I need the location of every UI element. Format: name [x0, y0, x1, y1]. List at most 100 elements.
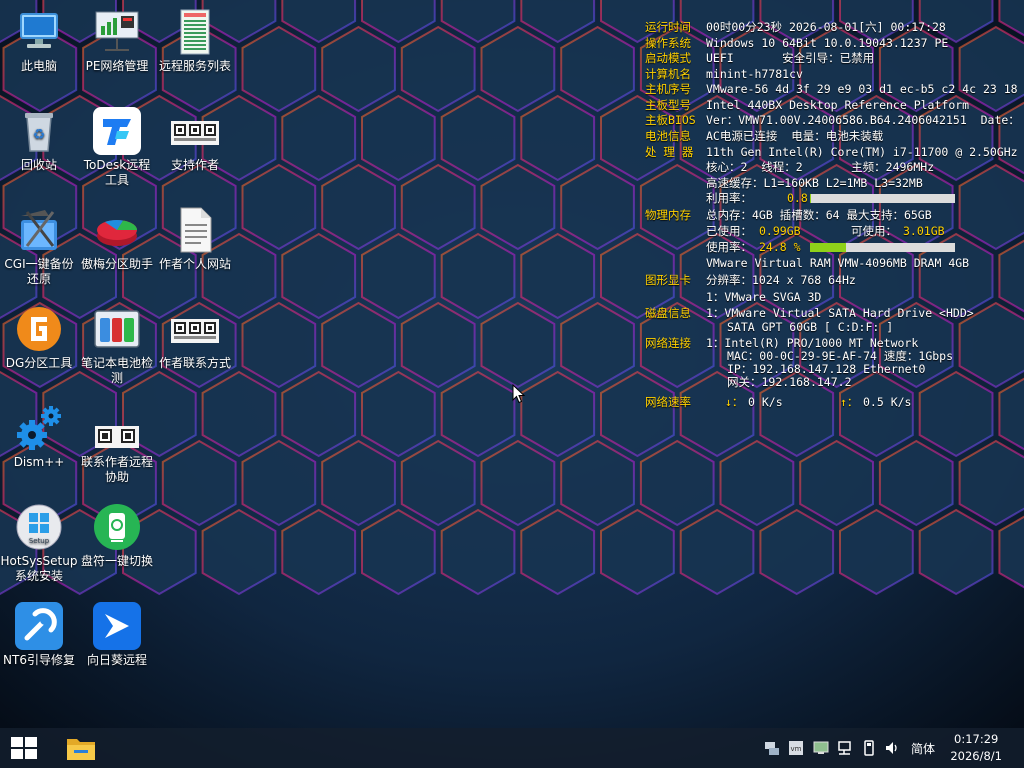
- cpu-usage-bar-fill: [810, 194, 812, 203]
- recycle-bin-icon: ♻: [25, 113, 53, 152]
- clock-time: 0:17:29: [954, 732, 999, 746]
- desktop-icon-this-pc[interactable]: 此电脑: [0, 8, 78, 74]
- desktop-icon-label: NT6引导修复: [3, 653, 75, 667]
- desktop-icon-dg-partition[interactable]: DG分区工具: [0, 305, 78, 371]
- desktop-icon-pe-network[interactable]: PE网络管理: [78, 8, 156, 74]
- network-label: 网络连接: [645, 336, 691, 350]
- uptime-value: 00时00分23秒 2026-08-01[六] 00:17:28: [706, 20, 946, 34]
- hostname-value: minint-h7781cv: [706, 67, 803, 81]
- disk-detail-value: SATA GPT 60GB [ C:D:F: ]: [727, 320, 894, 334]
- svg-text:vm: vm: [791, 745, 802, 753]
- download-arrow-label: ↓：: [725, 395, 744, 409]
- desktop-icon-label: CGI一键备份还原: [4, 257, 74, 286]
- battery-icon: [94, 310, 140, 348]
- system-info-panel: 运行时间 00时00分23秒 2026-08-01[六] 00:17:28 操作…: [645, 19, 1024, 419]
- input-method-indicator[interactable]: 简体: [911, 740, 935, 757]
- memory-used-label: 已使用：: [706, 224, 752, 238]
- battery-label: 电池信息: [645, 129, 691, 143]
- serial-value: VMware-56 4d 3f 29 e9 03 d1 ec-b5 c2 4c …: [706, 82, 1018, 96]
- desktop-icon-nt6-boot-repair[interactable]: NT6引导修复: [0, 602, 78, 668]
- desktop-icon-cgi-backup[interactable]: CGI一键备份还原: [0, 206, 78, 287]
- vmware-tools-icon[interactable]: vm: [788, 740, 804, 756]
- memory-usage-label: 使用率：: [706, 240, 752, 254]
- desktop-icon-label: 向日葵远程: [86, 653, 147, 667]
- taskbar-clock[interactable]: 0:17:29 2026/8/1: [950, 731, 1002, 765]
- boot-value: UEFI 安全引导：已禁用: [706, 51, 875, 65]
- desktop-icon-label: 作者联系方式: [158, 356, 231, 370]
- cpu-cores-value: 核心：2 线程：2 主频：2496MHz: [706, 160, 935, 174]
- memory-free-label: 可使用：: [851, 224, 897, 238]
- os-value: Windows 10 64Bit 10.0.19043.1237 PE: [706, 36, 949, 50]
- gpu-name-value: 1：VMware SVGA 3D: [706, 290, 822, 304]
- memory-value: 总内存：4GB 插槽数：64 最大支持：65GB: [706, 208, 932, 222]
- desktop-icon-label: HotSysSetup系统安装: [0, 554, 78, 583]
- upload-speed-value: 0.5 K/s: [863, 395, 912, 409]
- sunlogin-icon: [93, 602, 141, 650]
- hostname-label: 计算机名: [645, 67, 691, 81]
- desktop-icon-remote-service-list[interactable]: 远程服务列表: [156, 8, 234, 74]
- taskbar: vm 简体 0:17:29 2026/8/1: [0, 728, 1024, 768]
- todesk-icon: [93, 107, 141, 155]
- cpu-value: 11th Gen Intel(R) Core(TM) i7-11700 @ 2.…: [706, 145, 1018, 159]
- desktop-icon-support-author[interactable]: 支持作者: [156, 107, 234, 173]
- desktop-icon-battery-check[interactable]: 笔记本电池检测: [78, 305, 156, 386]
- desktop-icon-label: PE网络管理: [85, 59, 149, 73]
- board-value: Intel 440BX Desktop Reference Platform: [706, 98, 970, 112]
- svg-text:Setup: Setup: [29, 537, 50, 545]
- usb-drive-icon[interactable]: [861, 740, 877, 756]
- desktop-icon-label: 盘符一键切换: [80, 554, 153, 568]
- desktop-icon-label: 作者个人网站: [158, 257, 231, 271]
- clock-date: 2026/8/1: [950, 749, 1002, 763]
- qr-code-icon: [171, 319, 219, 343]
- computer-icon: [20, 13, 58, 48]
- battery-value: AC电源已连接 电量：电池未装载: [706, 129, 884, 143]
- cpu-label: 处 理 器: [645, 145, 694, 159]
- desktop-icon-label: 回收站: [20, 158, 57, 172]
- memory-label: 物理内存: [645, 208, 691, 222]
- board-label: 主板型号: [645, 98, 691, 112]
- desktop-icon-aomei-partition[interactable]: 傲梅分区助手: [78, 206, 156, 272]
- start-button[interactable]: [11, 737, 37, 759]
- desktop-icon-label: 此电脑: [20, 59, 57, 73]
- desktop-icon-author-contact[interactable]: 作者联系方式: [156, 305, 234, 371]
- upload-arrow-label: ↑：: [840, 395, 859, 409]
- desktop-icon-drive-letter-switch[interactable]: 盘符一键切换: [78, 503, 156, 569]
- desktop-icon-dism[interactable]: Dism++: [0, 404, 78, 470]
- network-icon[interactable]: [837, 740, 853, 756]
- desktop-icon-label: ToDesk远程工具: [83, 158, 151, 187]
- desktop-icon-label: 笔记本电池检测: [80, 356, 153, 385]
- cpu-usage-bar: [810, 194, 955, 203]
- desktop-icon-recycle-bin[interactable]: ♻ 回收站: [0, 107, 78, 173]
- network-share-icon[interactable]: [764, 740, 780, 756]
- cpu-usage-label: 利用率：: [706, 191, 752, 205]
- document-list-icon: [180, 9, 210, 55]
- wrench-icon: [15, 602, 63, 650]
- setup-icon: Setup: [16, 504, 62, 550]
- memory-used-value: 0.99GB: [759, 224, 801, 238]
- file-explorer-button[interactable]: [65, 734, 97, 762]
- partition-assistant-icon: [97, 220, 137, 246]
- mouse-cursor-icon: [512, 384, 526, 404]
- desktop-icon-hotsyssetup[interactable]: Setup HotSysSetup系统安装: [0, 503, 78, 584]
- desktop-icon-label: 远程服务列表: [158, 59, 231, 73]
- svg-text:♻: ♻: [33, 127, 46, 143]
- desktop-icon-author-website[interactable]: 作者个人网站: [156, 206, 234, 272]
- download-speed-value: 0 K/s: [748, 395, 783, 409]
- memory-usage-bar: [810, 243, 955, 252]
- volume-icon[interactable]: [884, 740, 900, 756]
- folder-icon: [67, 739, 95, 760]
- desktop-icon-todesk[interactable]: ToDesk远程工具: [78, 107, 156, 188]
- gear-icon: [17, 406, 61, 450]
- desktop-icon-label: Dism++: [13, 455, 65, 469]
- cpu-cache-value: 高速缓存：L1=160KB L2=1MB L3=32MB: [706, 176, 923, 190]
- boot-label: 启动模式: [645, 51, 691, 65]
- drive-switch-icon: [94, 504, 140, 550]
- memory-usage-bar-fill: [810, 243, 846, 252]
- diskgenius-icon: [17, 307, 61, 351]
- desktop-icon-remote-assist[interactable]: 联系作者远程协助: [78, 404, 156, 485]
- disk-label: 磁盘信息: [645, 306, 691, 320]
- serial-label: 主机序号: [645, 82, 691, 96]
- monitor-icon[interactable]: [813, 740, 829, 756]
- qr-code-icon: [95, 426, 139, 448]
- desktop-icon-sunlogin-remote[interactable]: 向日葵远程: [78, 602, 156, 668]
